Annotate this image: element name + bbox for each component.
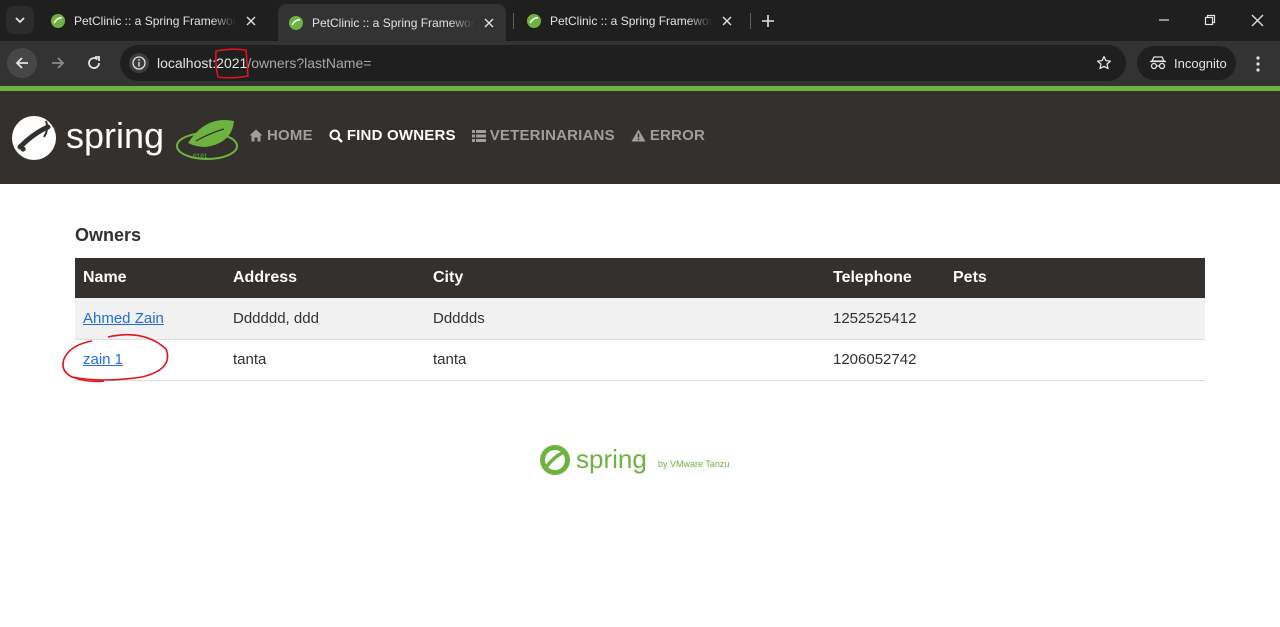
url-host: localhost: — [157, 55, 217, 71]
svg-text:0101: 0101 — [193, 153, 208, 160]
column-header-name: Name — [75, 258, 225, 298]
owner-name-cell: zain 1 — [75, 339, 225, 381]
owners-table: Name Address City Telephone Pets Ahmed Z… — [75, 258, 1205, 381]
nav-veterinarians[interactable]: VETERINARIANS — [471, 127, 615, 144]
owner-city-cell: tanta — [425, 339, 825, 381]
plus-icon — [762, 15, 774, 27]
footer-byline: by VMware Tanzu — [658, 459, 729, 469]
owner-link[interactable]: Ahmed Zain — [83, 310, 164, 327]
reload-button[interactable] — [79, 48, 109, 78]
main-menu: HOME FIND OWNERS VETERINARIANS ERROR — [249, 127, 721, 144]
url-path: /owners?lastName= — [247, 55, 372, 71]
new-tab-button[interactable] — [756, 9, 780, 33]
incognito-label: Incognito — [1174, 55, 1227, 71]
tab-divider — [750, 13, 751, 29]
nav-error[interactable]: ERROR — [631, 127, 705, 144]
owner-city-cell: Ddddds — [425, 298, 825, 340]
reload-icon — [88, 56, 100, 69]
close-window-button[interactable] — [1234, 0, 1280, 40]
bookmark-button[interactable] — [1094, 53, 1114, 73]
url-text: localhost:2021/owners?lastName= — [157, 55, 371, 71]
nav-find-owners-label: FIND OWNERS — [346, 127, 456, 144]
restore-button[interactable] — [1187, 0, 1233, 40]
home-icon — [249, 129, 263, 142]
nav-find-owners[interactable]: FIND OWNERS — [329, 127, 456, 144]
tab-title: PetClinic :: a Spring Framework — [312, 15, 474, 30]
spring-favicon-icon — [289, 15, 303, 30]
incognito-indicator[interactable]: Incognito — [1137, 46, 1236, 80]
site-info-button[interactable] — [129, 53, 149, 73]
nav-error-label: ERROR — [649, 127, 705, 144]
owner-name-cell: Ahmed Zain — [75, 298, 225, 340]
browser-tab-1[interactable]: PetClinic :: a Spring Framework — [40, 6, 268, 35]
spring-favicon-icon — [51, 13, 65, 28]
arrow-right-icon — [52, 57, 65, 69]
list-icon — [471, 129, 486, 142]
spring-footer-logo: spring by VMware Tanzu — [540, 444, 729, 475]
owner-telephone-cell: 1206052742 — [825, 339, 945, 381]
chevron-down-icon — [15, 17, 25, 24]
more-vertical-icon — [1256, 56, 1260, 72]
browser-tab-3[interactable]: PetClinic :: a Spring Framework — [516, 6, 744, 35]
nav-veterinarians-label: VETERINARIANS — [489, 127, 615, 144]
column-header-city: City — [425, 258, 825, 298]
owner-address-cell: tanta — [225, 339, 425, 381]
spring-petclinic-logo[interactable]: spring 0101 — [10, 113, 242, 163]
nav-home-label: HOME — [267, 127, 313, 144]
tab-title: PetClinic :: a Spring Framework — [74, 13, 236, 28]
browser-toolbar: localhost:2021/owners?lastName= Incognit… — [0, 41, 1280, 86]
close-icon — [1251, 14, 1263, 26]
close-tab-icon[interactable] — [242, 12, 260, 30]
table-row: zain 1 tanta tanta 1206052742 — [75, 339, 1205, 381]
spring-favicon-icon — [527, 13, 541, 28]
owner-address-cell: Dddddd, ddd — [225, 298, 425, 340]
column-header-pets: Pets — [945, 258, 1205, 298]
table-header-row: Name Address City Telephone Pets — [75, 258, 1205, 298]
close-tab-icon[interactable] — [718, 12, 736, 30]
browser-tab-bar: PetClinic :: a Spring Framework PetClini… — [0, 0, 1280, 41]
nav-home[interactable]: HOME — [249, 127, 313, 144]
owner-pets-cell — [945, 339, 1205, 381]
address-bar[interactable]: localhost:2021/owners?lastName= — [120, 45, 1126, 81]
back-button[interactable] — [7, 48, 37, 78]
tab-search-button[interactable] — [6, 6, 34, 34]
tab-divider — [513, 13, 514, 29]
arrow-left-icon — [15, 57, 28, 69]
owner-link[interactable]: zain 1 — [83, 351, 123, 368]
browser-menu-button[interactable] — [1246, 52, 1270, 76]
url-port: 2021 — [216, 55, 248, 71]
svg-text:spring: spring — [66, 115, 164, 156]
search-icon — [329, 129, 343, 143]
column-header-address: Address — [225, 258, 425, 298]
close-tab-icon[interactable] — [480, 14, 498, 32]
table-row: Ahmed Zain Dddddd, ddd Ddddds 1252525412 — [75, 298, 1205, 340]
owner-pets-cell — [945, 298, 1205, 340]
star-icon — [1096, 55, 1112, 70]
browser-tab-2[interactable]: PetClinic :: a Spring Framework — [278, 4, 506, 41]
minimize-icon — [1159, 19, 1169, 21]
footer-brand: spring — [576, 444, 647, 474]
owner-telephone-cell: 1252525412 — [825, 298, 945, 340]
forward-button[interactable] — [43, 48, 73, 78]
tab-title: PetClinic :: a Spring Framework — [550, 13, 712, 28]
warning-icon — [631, 129, 646, 142]
minimize-button[interactable] — [1141, 0, 1187, 40]
restore-icon — [1204, 14, 1216, 26]
page-title: Owners — [75, 225, 142, 245]
info-icon — [132, 56, 146, 70]
incognito-icon — [1150, 56, 1166, 70]
column-header-telephone: Telephone — [825, 258, 945, 298]
main-navbar: spring 0101 HOME FIND OWNERS VETERINARIA… — [0, 91, 1280, 184]
